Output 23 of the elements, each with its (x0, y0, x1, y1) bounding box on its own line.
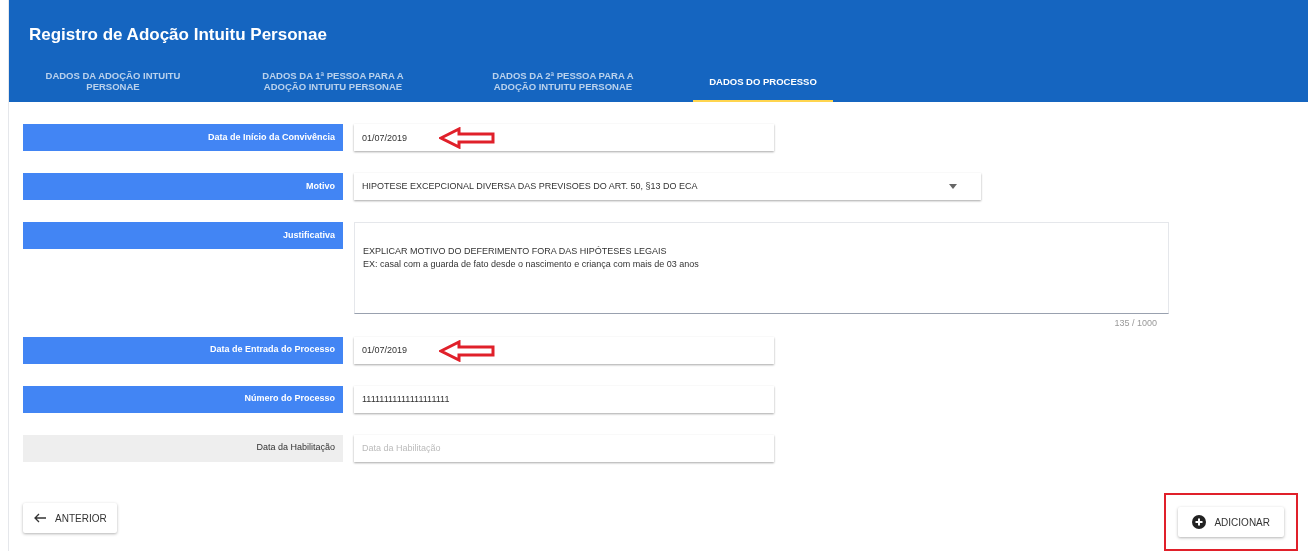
dropdown-caret-icon (949, 184, 957, 189)
tab[interactable]: DADOS DO PROCESSO (693, 62, 833, 102)
tab[interactable]: DADOS DA 2ª PESSOA PARA A ADOÇÃO INTUITU PERSONAE (463, 62, 663, 102)
left-arrow-icon (33, 513, 47, 523)
add-icon (1192, 515, 1207, 529)
text-area[interactable]: EXPLICAR MOTIVO DO DEFERIMENTO FORA DAS HIPÓTESES LEGAIS EX: casal com a guarda de fato desde o nascimento e criança com mais de 03 anos (354, 222, 1169, 314)
page-title: Registro de Adoção Intuitu Personae (28, 24, 328, 46)
input-field[interactable]: 01/07/2019 (354, 124, 774, 151)
input-field[interactable]: 11111111111111111111 (354, 385, 774, 413)
field-label: Motivo (23, 173, 343, 200)
character-counter: 135 / 1000 (1114, 317, 1157, 330)
field-label: Data de Início da Convivência (23, 124, 343, 151)
tab[interactable]: DADOS DA 1ª PESSOA PARA A ADOÇÃO INTUITU PERSONAE (233, 62, 433, 102)
select-field[interactable]: HIPOTESE EXCEPCIONAL DIVERSA DAS PREVISOES DO ART. 50, §13 DO ECA (354, 173, 981, 200)
add-button[interactable]: ADICIONAR (1178, 507, 1284, 537)
field-label: Justificativa (23, 222, 343, 249)
tab[interactable]: DADOS DA ADOÇÃO INTUITU PERSONAE (23, 62, 203, 102)
input-field[interactable]: Data da Habilitação (354, 434, 774, 462)
field-label: Data da Habilitação (23, 434, 343, 462)
field-label: Data de Entrada do Processo (23, 336, 343, 364)
previous-button[interactable]: ANTERIOR (23, 503, 117, 533)
input-field[interactable]: 01/07/2019 (354, 336, 774, 364)
field-label: Número do Processo (23, 385, 343, 413)
